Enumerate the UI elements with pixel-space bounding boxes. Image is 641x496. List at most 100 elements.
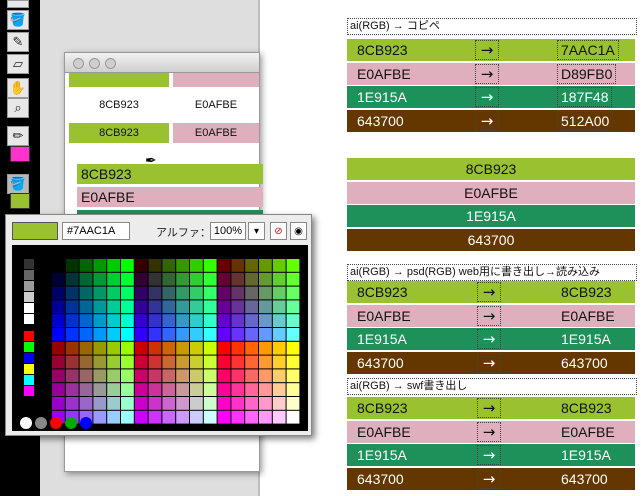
swatch-cell[interactable] (162, 314, 176, 327)
swatch-cell[interactable] (148, 286, 162, 300)
swatch-cell[interactable] (52, 286, 65, 300)
swatch-cell[interactable] (162, 259, 176, 272)
swatch-cell[interactable] (217, 328, 231, 341)
swatch-cell[interactable] (176, 341, 189, 355)
swatch-cell[interactable] (162, 355, 176, 369)
swatch-cell[interactable] (231, 300, 245, 314)
swatch-cell[interactable] (190, 369, 203, 383)
swatch-cell[interactable] (203, 369, 217, 383)
swatch-cell[interactable] (148, 272, 162, 286)
eraser-icon[interactable]: ▱ (7, 54, 29, 74)
swatch-cell[interactable] (272, 286, 286, 300)
swatch-cell[interactable] (134, 300, 148, 314)
swatch-cell[interactable] (217, 410, 231, 424)
swatch-cell[interactable] (107, 369, 120, 383)
swatch-cell[interactable] (52, 272, 65, 286)
swatch-cell[interactable] (190, 314, 203, 327)
swatch-cell[interactable] (231, 410, 245, 424)
swatch-cell[interactable] (259, 272, 272, 286)
swatch-cell[interactable] (65, 369, 79, 383)
swatch-cell[interactable] (93, 314, 107, 327)
swatch-cell[interactable] (93, 341, 107, 355)
swatch-cell[interactable] (65, 383, 79, 396)
swatch-cell[interactable] (203, 272, 217, 286)
swatch-cell[interactable] (107, 300, 120, 314)
swatch-cell[interactable] (79, 300, 93, 314)
swatch-cell[interactable] (93, 272, 107, 286)
swatch-cell[interactable] (176, 410, 189, 424)
swatch-cell[interactable] (24, 364, 34, 374)
swatch-cell[interactable] (203, 383, 217, 396)
swatch-cell[interactable] (231, 314, 245, 327)
swatch-cell[interactable] (107, 355, 120, 369)
swatch-cell[interactable] (286, 355, 300, 369)
swatch-cell[interactable] (259, 300, 272, 314)
swatch-cell[interactable] (272, 259, 286, 272)
swatch-cell[interactable] (24, 331, 34, 341)
swatch-cell[interactable] (231, 328, 245, 341)
swatch-cell[interactable] (65, 272, 79, 286)
swatch-cell[interactable] (134, 259, 148, 272)
swatch-cell[interactable] (231, 259, 245, 272)
hex-input[interactable]: #7AAC1A (62, 222, 130, 240)
swatch-cell[interactable] (79, 314, 93, 327)
swatch-cell[interactable] (245, 383, 258, 396)
swatch-cell[interactable] (286, 328, 300, 341)
swatch-cell[interactable] (65, 355, 79, 369)
pencil-icon[interactable]: ✏ (7, 126, 29, 146)
swatch-cell[interactable] (272, 397, 286, 410)
swatch-cell[interactable] (259, 314, 272, 327)
swatch-cell[interactable] (162, 328, 176, 341)
swatch-cell[interactable] (190, 300, 203, 314)
swatch-cell[interactable] (24, 342, 34, 352)
swatch-cell[interactable] (245, 355, 258, 369)
swatch-cell[interactable] (190, 272, 203, 286)
swatch-cell[interactable] (259, 286, 272, 300)
swatch-cell[interactable] (134, 369, 148, 383)
swatch-cell[interactable] (272, 341, 286, 355)
swatch-cell[interactable] (134, 355, 148, 369)
swatch-cell[interactable] (121, 369, 134, 383)
swatch-cell[interactable] (121, 328, 134, 341)
swatch-cell[interactable] (245, 259, 258, 272)
swatch-cell[interactable] (190, 397, 203, 410)
swatch-cell[interactable] (286, 286, 300, 300)
swatch-cell[interactable] (217, 314, 231, 327)
swatch-cell[interactable] (52, 397, 65, 410)
swatch-cell[interactable] (93, 328, 107, 341)
swatch-cell[interactable] (231, 397, 245, 410)
swatch-cell[interactable] (107, 259, 120, 272)
swatch-cell[interactable] (79, 369, 93, 383)
swatch-cell[interactable] (107, 341, 120, 355)
swatch-cell[interactable] (121, 314, 134, 327)
swatch-cell[interactable] (24, 375, 34, 385)
swatch-cell[interactable] (217, 355, 231, 369)
close-window-button[interactable] (73, 58, 84, 69)
swatch-cell[interactable] (121, 300, 134, 314)
swatch-cell[interactable] (65, 300, 79, 314)
swatch-cell[interactable] (52, 259, 65, 272)
swatch-cell[interactable] (79, 341, 93, 355)
swatch-cell[interactable] (217, 272, 231, 286)
swatch-cell[interactable] (134, 383, 148, 396)
swatch-cell[interactable] (231, 369, 245, 383)
swatch-cell[interactable] (203, 259, 217, 272)
fill-bucket-icon[interactable]: 🪣 (7, 174, 29, 194)
swatch-cell[interactable] (245, 272, 258, 286)
swatch-cell[interactable] (107, 272, 120, 286)
swatch-cell[interactable] (190, 410, 203, 424)
swatch-cell[interactable] (176, 355, 189, 369)
swatch-cell[interactable] (65, 259, 79, 272)
swatch-cell[interactable] (148, 410, 162, 424)
swatch-cell[interactable] (24, 270, 34, 280)
swatch-cell[interactable] (245, 314, 258, 327)
swatch-cell[interactable] (134, 314, 148, 327)
swatch-cell[interactable] (259, 259, 272, 272)
swatch-cell[interactable] (203, 341, 217, 355)
swatch-cell[interactable] (272, 272, 286, 286)
swatch-cell[interactable] (24, 259, 34, 269)
swatch-cell[interactable] (203, 355, 217, 369)
swatch-cell[interactable] (93, 286, 107, 300)
swatch-cell[interactable] (35, 417, 47, 429)
swatch-cell[interactable] (107, 286, 120, 300)
